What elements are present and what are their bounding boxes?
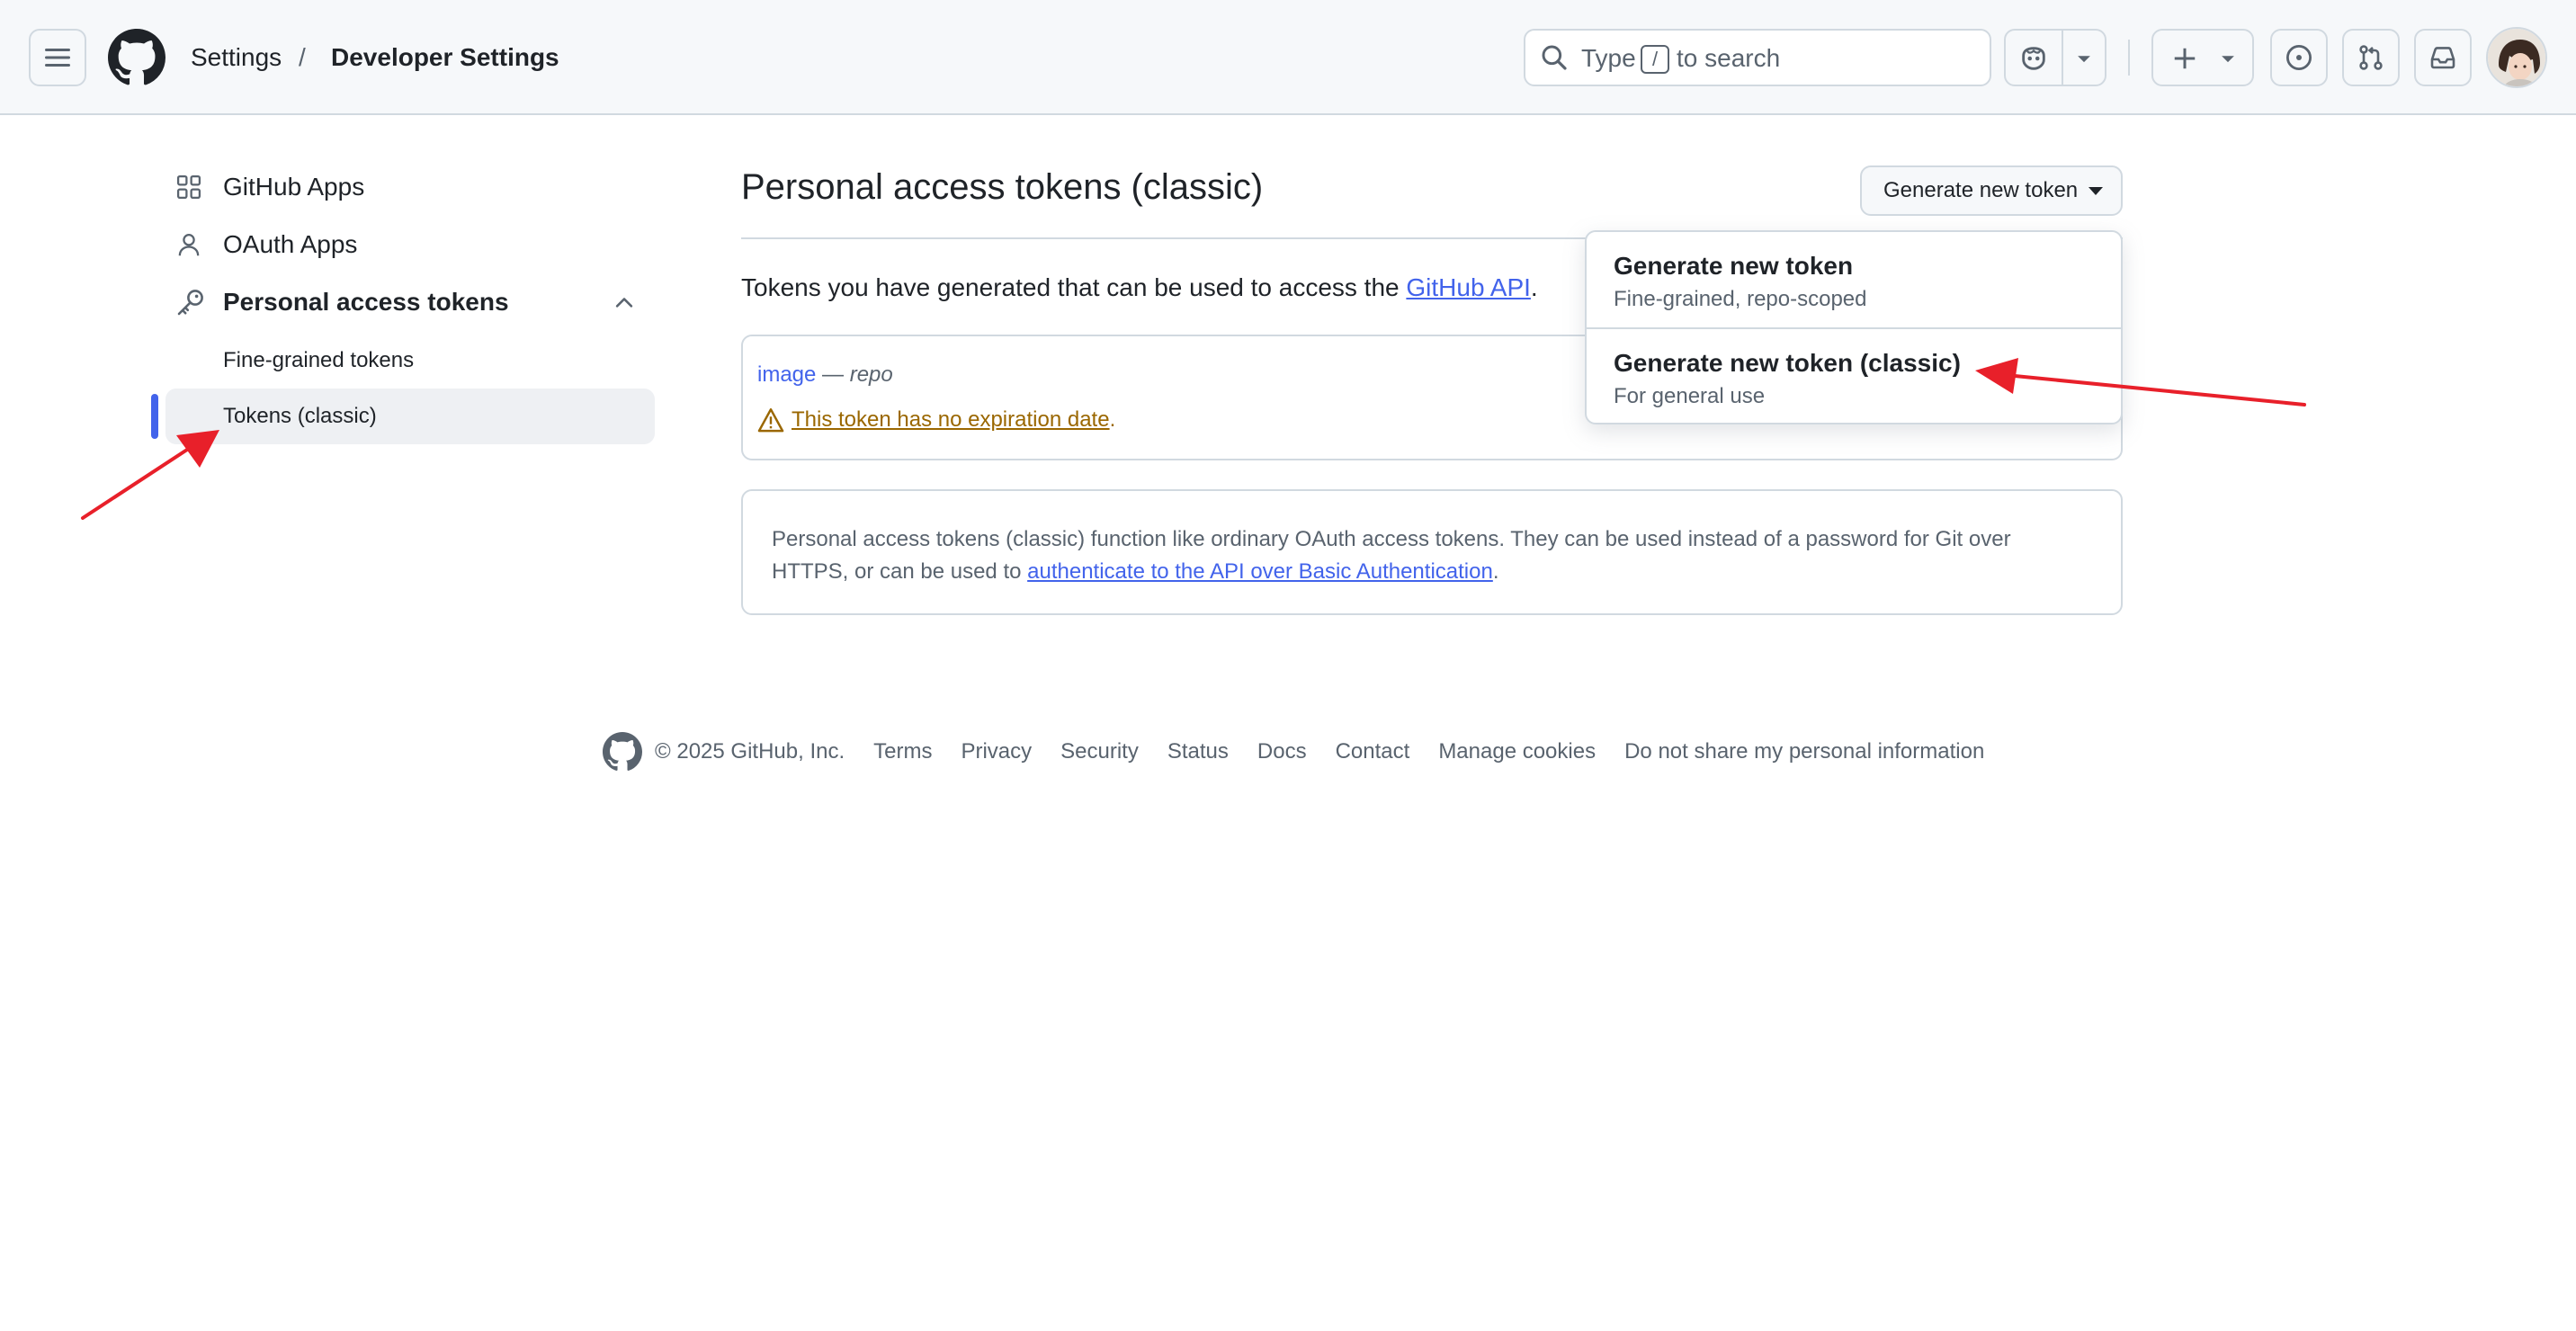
github-api-link[interactable]: GitHub API (1406, 273, 1531, 301)
intro-text-end: . (1530, 273, 1538, 301)
search-placeholder-suffix: to search (1677, 44, 1781, 72)
token-name-row: image — repo (757, 360, 893, 390)
github-logo-icon[interactable] (108, 29, 165, 86)
sidebar-subitem-tokens-classic[interactable]: Tokens (classic) (223, 401, 377, 432)
menu-item-title: Generate new token (1614, 252, 1854, 280)
copilot-button-group[interactable] (2004, 29, 2106, 86)
footer-copyright: © 2025 GitHub, Inc. (655, 739, 845, 764)
search-shortcut-key: / (1641, 45, 1669, 74)
page-footer: © 2025 GitHub, Inc. Terms Privacy Securi… (603, 732, 2013, 772)
chevron-down-icon (2222, 56, 2234, 63)
footer-link-docs[interactable]: Docs (1257, 739, 1307, 764)
copilot-icon[interactable] (2018, 43, 2049, 74)
pull-requests-button[interactable] (2342, 29, 2400, 86)
footer-link-contact[interactable]: Contact (1336, 739, 1410, 764)
token-expiration-warning: This token has no expiration date. (757, 405, 1115, 435)
hamburger-icon (45, 49, 70, 67)
menu-item-generate-new-token[interactable]: Generate new token Fine-grained, repo-sc… (1587, 232, 2121, 327)
pull-request-icon (2359, 45, 2383, 70)
intro-text: Tokens you have generated that can be us… (741, 270, 1538, 306)
inbox-icon (2430, 47, 2455, 69)
alert-triangle-icon (757, 408, 784, 433)
footer-link-terms[interactable]: Terms (873, 739, 932, 764)
sidebar-subitem-fine-grained-tokens[interactable]: Fine-grained tokens (223, 345, 414, 376)
footer-link-privacy[interactable]: Privacy (961, 739, 1032, 764)
sidebar-item-oauth-apps[interactable]: OAuth Apps (176, 227, 357, 263)
caret-down-icon (2089, 187, 2103, 195)
menu-item-description: Fine-grained, repo-scoped (1614, 287, 1867, 311)
user-avatar[interactable] (2486, 27, 2547, 88)
info-box: Personal access tokens (classic) functio… (741, 489, 2123, 615)
issues-button[interactable] (2270, 29, 2328, 86)
sidebar-item-label: GitHub Apps (223, 173, 365, 201)
breadcrumb-separator: / (299, 43, 306, 71)
menu-item-description: For general use (1614, 384, 1766, 408)
page-title: Personal access tokens (classic) (741, 167, 1264, 207)
intro-text-body: Tokens you have generated that can be us… (741, 273, 1407, 301)
issue-circle-icon (2285, 44, 2312, 71)
breadcrumb-current[interactable]: Developer Settings (331, 40, 559, 76)
sidebar-item-personal-access-tokens[interactable]: Personal access tokens (176, 284, 509, 320)
plus-icon (2174, 48, 2196, 69)
search-input[interactable]: Type / to search (1524, 29, 1991, 86)
footer-link-do-not-share[interactable]: Do not share my personal information (1624, 739, 1984, 764)
top-header: Settings / Developer Settings Type / to … (0, 0, 2576, 115)
search-placeholder-prefix: Type (1581, 44, 1636, 72)
apps-grid-icon (176, 174, 201, 200)
token-name-link[interactable]: image (757, 362, 816, 387)
search-icon (1542, 45, 1567, 70)
sidebar-active-indicator (151, 394, 158, 439)
generate-new-token-label: Generate new token (1883, 178, 2079, 202)
footer-link-manage-cookies[interactable]: Manage cookies (1438, 739, 1596, 764)
header-divider (2128, 40, 2130, 76)
footer-link-security[interactable]: Security (1060, 739, 1139, 764)
annotation-arrows (81, 358, 2306, 520)
chevron-down-icon[interactable] (2074, 49, 2094, 68)
token-separator: — (822, 362, 845, 387)
expiration-warning-link[interactable]: This token has no expiration date (792, 405, 1110, 435)
breadcrumb-settings-link[interactable]: Settings (191, 40, 282, 76)
warning-end: . (1109, 407, 1116, 432)
generate-new-token-button[interactable]: Generate new token (1860, 165, 2123, 216)
sidebar-item-label: Personal access tokens (223, 288, 509, 316)
github-footer-logo-icon[interactable] (603, 732, 642, 772)
person-icon (178, 234, 200, 256)
sidebar-item-github-apps[interactable]: GitHub Apps (176, 169, 364, 205)
hamburger-menu-button[interactable] (29, 29, 86, 86)
inbox-button[interactable] (2414, 29, 2472, 86)
create-new-button[interactable] (2151, 29, 2254, 86)
key-icon (177, 290, 203, 316)
info-text-end: . (1492, 559, 1499, 584)
menu-item-generate-new-token-classic[interactable]: Generate new token (classic) For general… (1587, 329, 2121, 424)
generate-token-dropdown-menu: Generate new token Fine-grained, repo-sc… (1585, 230, 2123, 424)
chevron-up-icon[interactable] (612, 290, 637, 315)
footer-link-status[interactable]: Status (1167, 739, 1229, 764)
token-scope: repo (849, 362, 893, 387)
menu-item-title: Generate new token (classic) (1614, 349, 1961, 377)
basic-auth-link[interactable]: authenticate to the API over Basic Authe… (1027, 559, 1493, 584)
sidebar-item-label: OAuth Apps (223, 230, 358, 258)
